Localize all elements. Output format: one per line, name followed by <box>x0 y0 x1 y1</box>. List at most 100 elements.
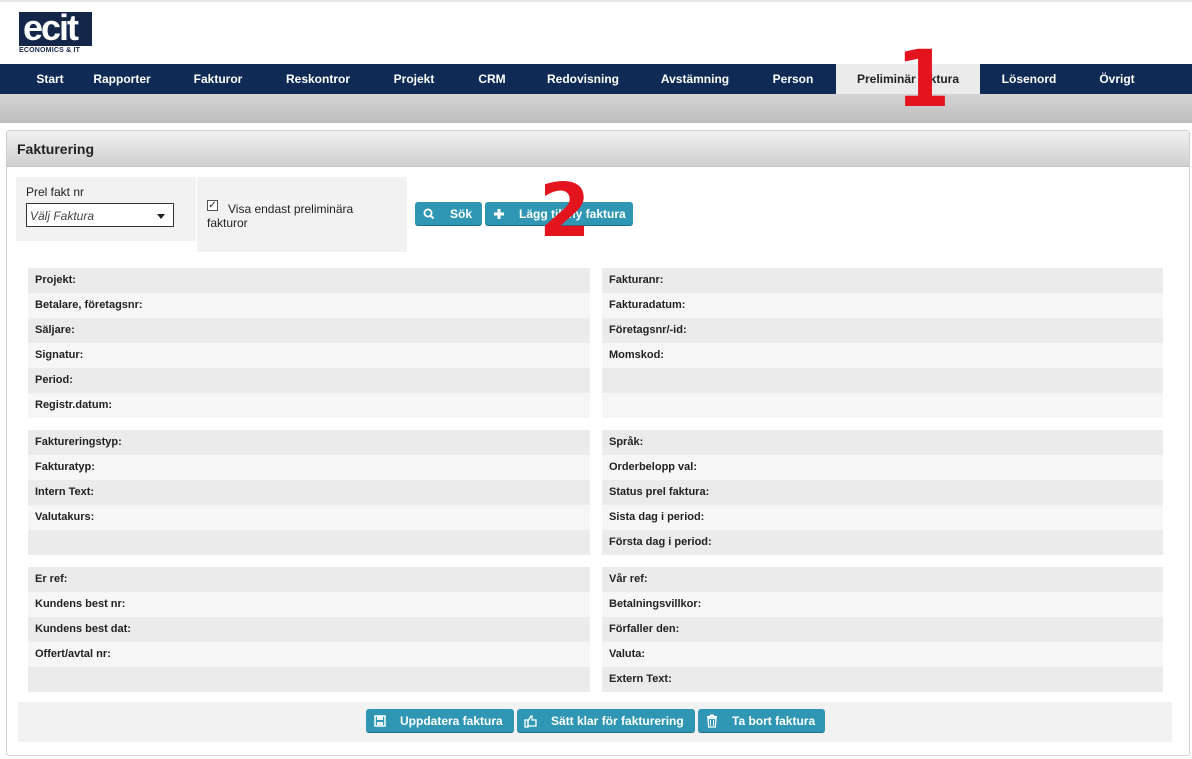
trash-icon <box>707 714 717 728</box>
plus-icon <box>494 209 504 219</box>
section-left-3: Er ref: Kundens best nr: Kundens best da… <box>28 567 590 692</box>
section-right-2: Språk: Orderbelopp val: Status prel fakt… <box>602 430 1163 555</box>
field-row: Betalningsvillkor: <box>602 592 1163 617</box>
panel-title: Fakturering <box>17 141 95 157</box>
field-label: Period: <box>35 374 73 386</box>
field-row: Intern Text: <box>28 480 590 505</box>
field-label: Er ref: <box>35 573 68 585</box>
field-label: Valutakurs: <box>35 511 95 523</box>
field-label: Vår ref: <box>609 573 648 585</box>
field-row: Fakturanr: <box>602 268 1163 293</box>
field-label: Signatur: <box>35 349 84 361</box>
nav-item-ovrigt[interactable]: Övrigt <box>1084 64 1150 94</box>
field-row: Valutakurs: <box>28 505 590 530</box>
field-label: Företagsnr/-id: <box>609 324 687 336</box>
field-label: Språk: <box>609 436 644 448</box>
field-row: Extern Text: <box>602 667 1163 692</box>
field-label: Betalare, företagsnr: <box>35 299 143 311</box>
field-label: Projekt: <box>35 274 76 286</box>
field-label: Orderbelopp val: <box>609 461 698 473</box>
sub-nav-bar <box>0 94 1192 123</box>
field-label: Fakturatyp: <box>35 461 95 473</box>
section-left-2: Faktureringstyp: Fakturatyp: Intern Text… <box>28 430 590 555</box>
field-row: Första dag i period: <box>602 530 1163 555</box>
annotation-one: 1 <box>896 35 951 125</box>
field-row: Företagsnr/-id: <box>602 318 1163 343</box>
ecit-logo[interactable]: ecit ECONOMICS & IT <box>19 7 92 55</box>
field-row: Faktureringstyp: <box>28 430 590 455</box>
nav-item-start[interactable]: Start <box>16 64 84 94</box>
field-row: Orderbelopp val: <box>602 455 1163 480</box>
field-label: Momskod: <box>609 349 664 361</box>
delete-invoice-button[interactable]: Ta bort faktura <box>698 709 825 733</box>
field-row: Språk: <box>602 430 1163 455</box>
field-row: Säljare: <box>28 318 590 343</box>
field-label: Status prel faktura: <box>609 486 710 498</box>
invoice-select-value: Välj Faktura <box>30 209 95 223</box>
update-invoice-button[interactable]: Uppdatera faktura <box>366 709 514 733</box>
field-label: Första dag i period: <box>609 536 712 548</box>
chevron-down-icon <box>157 214 165 219</box>
field-row: Status prel faktura: <box>602 480 1163 505</box>
search-button[interactable]: Sök <box>415 202 482 226</box>
field-label: Förfaller den: <box>609 623 680 635</box>
field-label: Faktureringstyp: <box>35 436 122 448</box>
delete-invoice-button-label: Ta bort faktura <box>732 714 816 728</box>
field-row: Förfaller den: <box>602 617 1163 642</box>
thumbs-up-icon <box>524 715 537 728</box>
nav-item-reskontror[interactable]: Reskontror <box>275 64 361 94</box>
field-row: Vår ref: <box>602 567 1163 592</box>
field-label: Valuta: <box>609 648 646 660</box>
field-label: Registr.datum: <box>35 399 113 411</box>
search-icon <box>423 208 435 220</box>
field-row: Period: <box>28 368 590 393</box>
field-row: Kundens best nr: <box>28 592 590 617</box>
logo-subtitle: ECONOMICS & IT <box>19 47 81 54</box>
logo-text: ecit <box>23 7 79 48</box>
nav-item-person[interactable]: Person <box>760 64 826 94</box>
nav-item-redovisning[interactable]: Redovisning <box>538 64 628 94</box>
nav-item-crm[interactable]: CRM <box>466 64 518 94</box>
prel-fakt-label: Prel fakt nr <box>26 185 85 199</box>
section-left-1: Projekt: Betalare, företagsnr: Säljare: … <box>28 268 590 418</box>
update-invoice-button-label: Uppdatera faktura <box>400 714 503 728</box>
field-row: Projekt: <box>28 268 590 293</box>
top-border <box>0 0 1192 2</box>
annotation-two: 2 <box>539 168 591 254</box>
field-row: Sista dag i period: <box>602 505 1163 530</box>
field-row <box>602 393 1163 418</box>
nav-item-fakturor[interactable]: Fakturor <box>178 64 258 94</box>
nav-item-losenord[interactable]: Lösenord <box>992 64 1066 94</box>
field-label: Fakturadatum: <box>609 299 686 311</box>
nav-item-avstamning[interactable]: Avstämning <box>650 64 740 94</box>
logo-box: ecit <box>19 7 92 48</box>
field-row: Registr.datum: <box>28 393 590 418</box>
field-row: Offert/avtal nr: <box>28 642 590 667</box>
field-label: Säljare: <box>35 324 75 336</box>
field-row <box>28 667 590 692</box>
show-preliminary-label: Visa endast preliminära fakturor <box>207 202 372 230</box>
field-row: Signatur: <box>28 343 590 368</box>
field-row <box>602 368 1163 393</box>
field-label: Fakturanr: <box>609 274 664 286</box>
field-label: Intern Text: <box>35 486 95 498</box>
checkbox-label-text: Visa endast preliminära fakturor <box>207 202 354 230</box>
invoice-select[interactable]: Välj Faktura <box>26 203 174 227</box>
field-row: Betalare, företagsnr: <box>28 293 590 318</box>
panel-header: Fakturering <box>7 131 1189 167</box>
main-nav: Start Rapporter Fakturor Reskontror Proj… <box>0 64 1192 94</box>
field-label: Offert/avtal nr: <box>35 648 111 660</box>
field-label: Extern Text: <box>609 673 672 685</box>
field-label: Kundens best nr: <box>35 598 126 610</box>
field-label: Betalningsvillkor: <box>609 598 702 610</box>
section-right-3: Vår ref: Betalningsvillkor: Förfaller de… <box>602 567 1163 692</box>
nav-item-rapporter[interactable]: Rapporter <box>84 64 160 94</box>
section-right-1: Fakturanr: Fakturadatum: Företagsnr/-id:… <box>602 268 1163 418</box>
field-label: Kundens best dat: <box>35 623 131 635</box>
field-row: Er ref: <box>28 567 590 592</box>
field-row: Momskod: <box>602 343 1163 368</box>
set-ready-button[interactable]: Sätt klar för fakturering <box>517 709 695 733</box>
save-icon <box>374 715 386 727</box>
field-row <box>28 530 590 555</box>
nav-item-projekt[interactable]: Projekt <box>381 64 447 94</box>
